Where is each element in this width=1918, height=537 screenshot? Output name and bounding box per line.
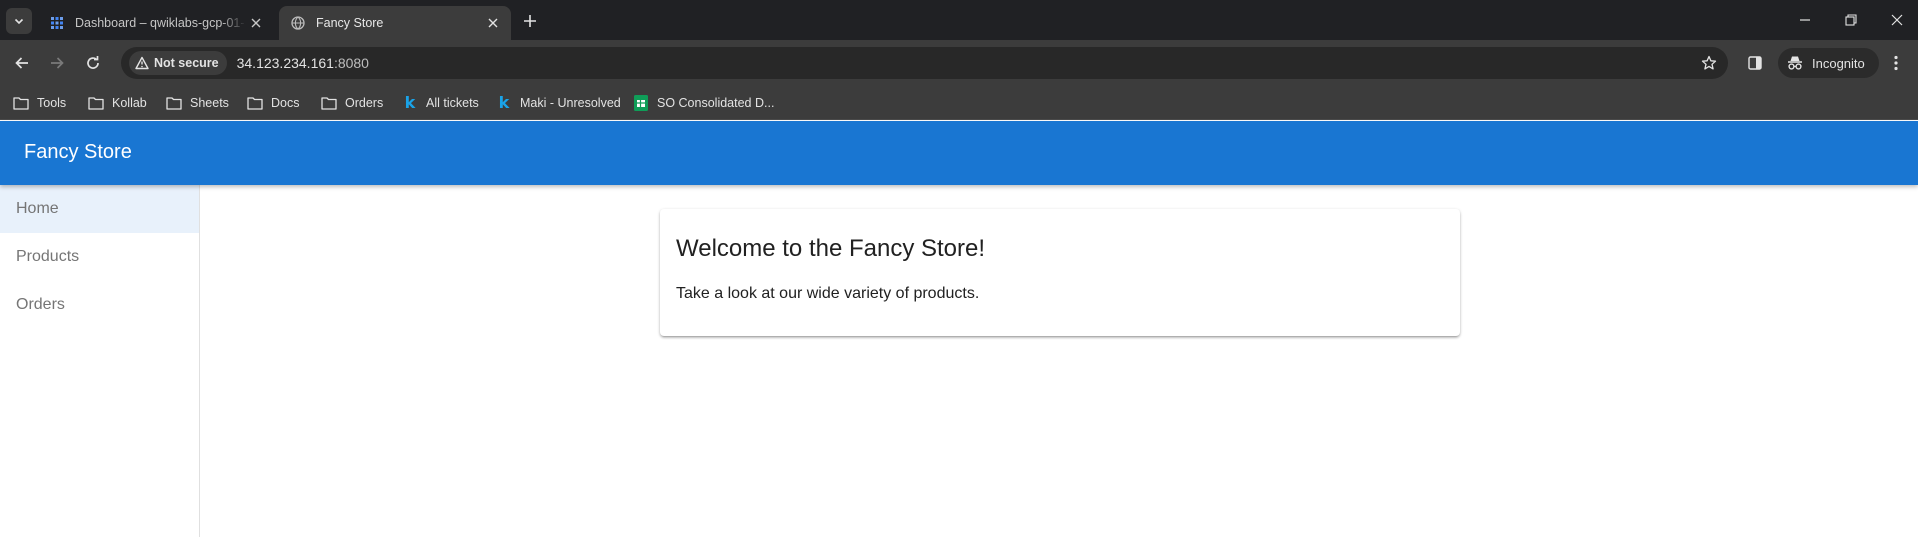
site-security-chip[interactable]: Not secure	[129, 51, 227, 75]
chevron-down-icon	[14, 18, 24, 25]
app-bar: Fancy Store	[0, 121, 1918, 185]
k-icon: k	[404, 93, 416, 112]
minimize-icon[interactable]	[1790, 6, 1820, 34]
bookmark-kollab[interactable]: Kollab	[88, 92, 147, 114]
bookmark-so-consolidated[interactable]: SO Consolidated D...	[633, 92, 774, 114]
url-host: 34.123.234.161	[236, 55, 334, 71]
tab-close-icon[interactable]	[246, 13, 266, 33]
nav-drawer: Home Products Orders	[0, 185, 200, 537]
incognito-icon	[1788, 56, 1802, 70]
side-panel-icon[interactable]	[1743, 51, 1767, 75]
tab-fancy-store[interactable]: Fancy Store	[279, 6, 511, 40]
bookmark-label: All tickets	[426, 96, 479, 110]
tab-close-icon[interactable]	[483, 13, 503, 33]
new-tab-plus-icon[interactable]	[519, 10, 541, 32]
bookmark-maki-unresolved[interactable]: k Maki - Unresolved	[496, 92, 621, 114]
security-label: Not secure	[154, 56, 219, 70]
folder-icon	[13, 95, 29, 111]
kebab-menu-icon[interactable]	[1884, 51, 1908, 75]
close-window-icon[interactable]	[1882, 6, 1912, 34]
reload-icon[interactable]	[79, 49, 107, 77]
tab-strip: Dashboard – qwiklabs-gcp-01- Fancy Store	[0, 0, 1918, 40]
incognito-profile-button[interactable]: Incognito	[1778, 48, 1879, 78]
bookmark-label: Tools	[37, 96, 67, 110]
bookmark-label: Sheets	[190, 96, 229, 110]
folder-icon	[247, 95, 263, 111]
url-port: :8080	[333, 55, 369, 71]
nav-item-products[interactable]: Products	[0, 233, 199, 281]
bookmark-label: SO Consolidated D...	[657, 96, 775, 110]
bookmarks-bar: Tools Kollab Sheets Docs Orders k All ti…	[0, 86, 1918, 120]
bookmark-label: Kollab	[112, 96, 147, 110]
browser-toolbar: Not secure 34.123.234.161:8080 Incognito	[0, 40, 1918, 86]
tab-title: Fancy Store	[316, 16, 384, 30]
forward-arrow-icon[interactable]	[43, 49, 71, 77]
tab-dashboard[interactable]: Dashboard – qwiklabs-gcp-01-	[38, 6, 274, 40]
dashboard-favicon-icon	[49, 15, 65, 31]
k-icon: k	[498, 93, 510, 112]
bookmark-sheets[interactable]: Sheets	[166, 92, 229, 114]
warning-triangle-icon	[135, 56, 149, 70]
globe-icon	[290, 15, 306, 31]
restore-icon[interactable]	[1836, 6, 1866, 34]
bookmark-orders[interactable]: Orders	[321, 92, 383, 114]
folder-icon	[166, 95, 182, 111]
address-bar[interactable]: Not secure 34.123.234.161:8080	[121, 47, 1728, 79]
profile-label: Incognito	[1812, 55, 1865, 71]
welcome-card: Welcome to the Fancy Store! Take a look …	[660, 209, 1460, 336]
tab-title: Dashboard – qwiklabs-gcp-01-	[75, 16, 245, 30]
folder-icon	[88, 95, 104, 111]
bookmark-label: Maki - Unresolved	[520, 96, 621, 110]
folder-icon	[321, 95, 337, 111]
bookmark-label: Orders	[345, 96, 384, 110]
bookmark-star-icon[interactable]	[1698, 52, 1720, 74]
nav-item-home[interactable]: Home	[0, 185, 199, 233]
bookmark-all-tickets[interactable]: k All tickets	[402, 92, 479, 114]
nav-item-orders[interactable]: Orders	[0, 281, 199, 329]
app-title[interactable]: Fancy Store	[24, 141, 132, 164]
welcome-heading: Welcome to the Fancy Store!	[676, 235, 986, 262]
bookmark-label: Docs	[271, 96, 300, 110]
bookmark-docs[interactable]: Docs	[247, 92, 299, 114]
back-arrow-icon[interactable]	[8, 49, 36, 77]
sheets-icon	[633, 95, 649, 111]
bookmark-tools[interactable]: Tools	[13, 92, 66, 114]
welcome-text: Take a look at our wide variety of produ…	[676, 285, 980, 302]
tab-search-button[interactable]	[6, 8, 32, 34]
url-text[interactable]: 34.123.234.161:8080	[237, 55, 369, 71]
